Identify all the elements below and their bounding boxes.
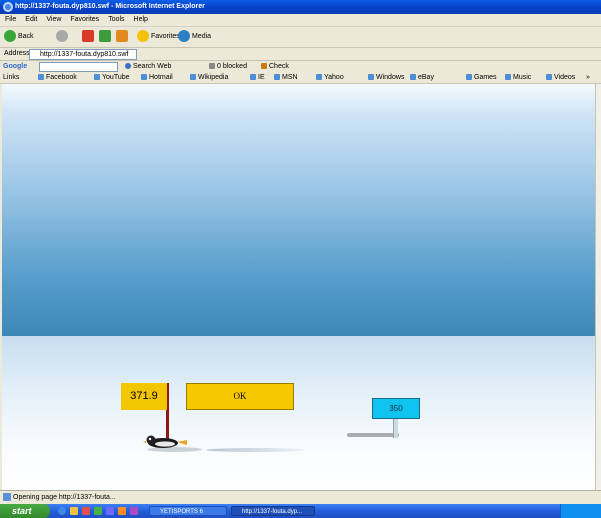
star-icon bbox=[137, 30, 149, 43]
back-arrow-icon bbox=[4, 30, 16, 43]
system-tray[interactable] bbox=[560, 504, 601, 518]
distance-flag: 371.9 bbox=[121, 383, 167, 410]
popup-blocker-button[interactable]: 0 blocked bbox=[209, 61, 247, 72]
address-input[interactable]: http://1337-fouta.dyp810.swf bbox=[29, 49, 137, 60]
menu-file[interactable]: File bbox=[5, 16, 16, 23]
spell-check-button[interactable]: Check bbox=[261, 61, 289, 72]
link-item[interactable]: MSN bbox=[274, 72, 298, 83]
blocker-icon bbox=[209, 63, 215, 70]
slide-track-shadow bbox=[206, 448, 306, 452]
check-icon bbox=[261, 63, 267, 70]
page-icon bbox=[466, 74, 472, 81]
windows-taskbar: start YETISPORTS 6 http://1337-fouta.dyp… bbox=[0, 504, 601, 518]
menu-view[interactable]: View bbox=[46, 16, 61, 23]
penguin-sprite bbox=[143, 435, 187, 448]
taskbar-task-game[interactable]: YETISPORTS 6 bbox=[149, 506, 227, 516]
page-loading-icon bbox=[3, 493, 11, 502]
target-sign-post bbox=[393, 419, 398, 438]
link-item[interactable]: eBay bbox=[410, 72, 434, 83]
link-item[interactable]: Yahoo bbox=[316, 72, 344, 83]
menu-help[interactable]: Help bbox=[134, 16, 148, 23]
forward-arrow-icon bbox=[56, 30, 68, 43]
sign-shadow bbox=[347, 433, 399, 437]
link-item[interactable]: Music bbox=[505, 72, 531, 83]
standard-toolbar: Back Favorites Media bbox=[0, 27, 601, 48]
page-icon bbox=[274, 74, 280, 81]
ok-button[interactable]: OK bbox=[186, 383, 294, 410]
refresh-icon bbox=[99, 30, 111, 43]
window-title-bar: http://1337-fouta.dyp810.swf - Microsoft… bbox=[0, 0, 601, 14]
quick-launch-media-icon[interactable] bbox=[82, 507, 90, 515]
google-toolbar: Google Search Web 0 blocked Check bbox=[0, 61, 601, 72]
links-bar: Links Facebook YouTube Hotmail Wikipedia… bbox=[0, 72, 601, 84]
search-web-button[interactable]: Search Web bbox=[125, 61, 171, 72]
favorites-button[interactable]: Favorites bbox=[137, 30, 180, 44]
link-item[interactable]: Windows bbox=[368, 72, 404, 83]
media-globe-icon bbox=[178, 30, 190, 43]
page-icon bbox=[316, 74, 322, 81]
internet-explorer-icon bbox=[3, 2, 13, 12]
taskbar-task-browser[interactable]: http://1337-fouta.dyp... bbox=[231, 506, 315, 516]
window-title: http://1337-fouta.dyp810.swf - Microsoft… bbox=[15, 3, 205, 10]
page-icon bbox=[250, 74, 256, 81]
page-icon bbox=[546, 74, 552, 81]
menu-bar: File Edit View Favorites Tools Help bbox=[0, 14, 601, 27]
link-item[interactable]: YouTube bbox=[94, 72, 130, 83]
stop-button[interactable] bbox=[82, 30, 96, 44]
home-icon bbox=[116, 30, 128, 43]
link-item[interactable]: Games bbox=[466, 72, 497, 83]
vertical-scrollbar[interactable] bbox=[595, 84, 601, 490]
quick-launch-desktop-icon[interactable] bbox=[130, 507, 138, 515]
quick-launch-ie-icon[interactable] bbox=[58, 507, 66, 515]
media-button[interactable]: Media bbox=[178, 30, 211, 44]
address-bar: Address http://1337-fouta.dyp810.swf bbox=[0, 48, 601, 61]
status-bar: Opening page http://1337-fouta... bbox=[0, 490, 601, 505]
menu-edit[interactable]: Edit bbox=[25, 16, 37, 23]
back-button[interactable]: Back bbox=[4, 30, 34, 44]
page-icon bbox=[505, 74, 511, 81]
links-label: Links bbox=[3, 74, 20, 81]
start-button[interactable]: start bbox=[0, 504, 50, 518]
page-icon bbox=[190, 74, 196, 81]
page-icon bbox=[410, 74, 416, 81]
page-icon bbox=[38, 74, 44, 81]
link-item[interactable]: Videos bbox=[546, 72, 575, 83]
menu-favorites[interactable]: Favorites bbox=[70, 16, 99, 23]
address-label: Address bbox=[4, 50, 30, 57]
page-icon bbox=[368, 74, 374, 81]
flash-game-area[interactable]: 371.9 OK 350 bbox=[2, 84, 595, 490]
link-item[interactable]: Facebook bbox=[38, 72, 77, 83]
link-item[interactable]: IE bbox=[250, 72, 265, 83]
sky-background bbox=[2, 84, 595, 336]
home-button[interactable] bbox=[116, 30, 130, 44]
google-search-input[interactable] bbox=[39, 62, 118, 72]
menu-tools[interactable]: Tools bbox=[108, 16, 124, 23]
status-text: Opening page http://1337-fouta... bbox=[13, 494, 116, 501]
forward-button[interactable] bbox=[56, 30, 70, 44]
quick-launch-messenger-icon[interactable] bbox=[106, 507, 114, 515]
stop-icon bbox=[82, 30, 94, 43]
page-icon bbox=[94, 74, 100, 81]
page-icon bbox=[141, 74, 147, 81]
search-icon bbox=[125, 63, 131, 70]
quick-launch-firefox-icon[interactable] bbox=[118, 507, 126, 515]
links-overflow-chevron-icon[interactable]: » bbox=[586, 72, 590, 83]
google-logo[interactable]: Google bbox=[3, 61, 27, 72]
link-item[interactable]: Wikipedia bbox=[190, 72, 228, 83]
target-distance-sign: 350 bbox=[372, 398, 420, 419]
snow-ground bbox=[2, 336, 595, 490]
quick-launch-app-icon[interactable] bbox=[94, 507, 102, 515]
refresh-button[interactable] bbox=[99, 30, 113, 44]
quick-launch-folder-icon[interactable] bbox=[70, 507, 78, 515]
link-item[interactable]: Hotmail bbox=[141, 72, 173, 83]
